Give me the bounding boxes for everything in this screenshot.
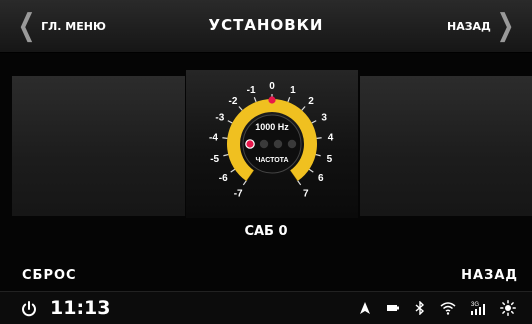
bluetooth-icon xyxy=(415,301,425,315)
back-label-top: НАЗАД xyxy=(447,19,491,33)
wifi-icon xyxy=(440,302,456,315)
dial-scale-label: -6 xyxy=(219,173,228,184)
chevron-right-icon: ❯ xyxy=(496,8,515,43)
status-icons: 3G xyxy=(358,300,516,316)
clock: 11:13 xyxy=(50,297,111,319)
frequency-option-selected[interactable] xyxy=(245,139,255,149)
dial-scale-label: 2 xyxy=(308,96,314,107)
top-bar: ❮ ГЛ. МЕНЮ УСТАНОВКИ НАЗАД ❯ xyxy=(0,0,532,53)
frequency-value: 1000 Hz xyxy=(255,122,289,132)
dial-scale-label: -5 xyxy=(210,154,219,165)
dial-value-marker xyxy=(268,96,276,104)
navigation-icon xyxy=(360,302,370,314)
dial-scale-label: -2 xyxy=(229,96,238,107)
brightness-icon[interactable] xyxy=(500,300,516,316)
dial-scale-label: -3 xyxy=(215,112,224,123)
frequency-option[interactable] xyxy=(287,139,297,149)
dial-scale-label: 1 xyxy=(290,85,296,96)
dial-scale-label: 5 xyxy=(327,154,333,165)
subwoofer-value-label: САБ 0 xyxy=(244,224,288,239)
status-bar: 11:13 3G xyxy=(0,291,532,324)
previous-item-panel[interactable] xyxy=(12,76,185,216)
dial-scale-label: 6 xyxy=(318,173,324,184)
dial-scale-label: -7 xyxy=(234,188,243,199)
battery-icon xyxy=(387,305,399,311)
mode-label: ЧАСТОТА xyxy=(255,157,288,164)
subwoofer-dial[interactable]: 1000 Hz ЧАСТОТА -7 -6-5 -4 -3 -2 -1 0 1 234 567 xyxy=(186,70,358,218)
dial-scale-label: 4 xyxy=(328,133,334,144)
reset-button[interactable]: СБРОС xyxy=(22,268,77,283)
next-item-panel[interactable] xyxy=(360,76,532,216)
dial-scale-label: 0 xyxy=(269,81,275,92)
dial-scale-label: -4 xyxy=(209,133,218,144)
back-button-top[interactable]: НАЗАД ❯ xyxy=(447,8,518,43)
power-icon[interactable] xyxy=(20,300,38,318)
frequency-option[interactable] xyxy=(259,139,269,149)
back-button-bottom[interactable]: НАЗАД xyxy=(461,268,518,283)
dial-scale-label: 7 xyxy=(303,188,309,199)
dial-scale-label: 3 xyxy=(321,112,327,123)
frequency-option[interactable] xyxy=(273,139,283,149)
cellular-icon: 3G xyxy=(471,302,485,315)
dial-scale-label: -1 xyxy=(247,85,256,96)
network-label: 3G xyxy=(471,302,479,308)
